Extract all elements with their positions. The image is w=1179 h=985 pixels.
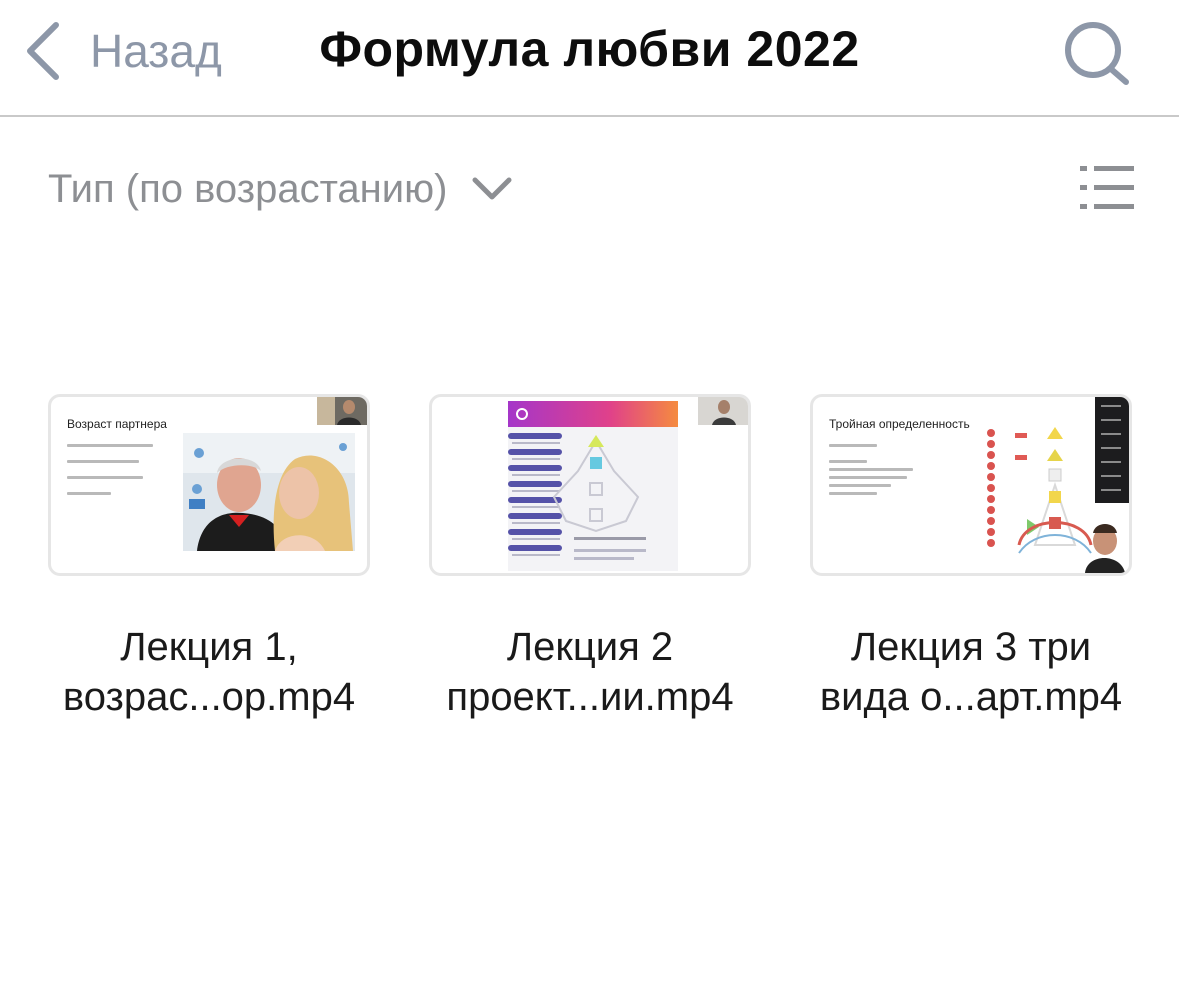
file-name: Лекция 2 проект...ии.mp4: [419, 622, 761, 722]
search-icon[interactable]: [1062, 20, 1132, 86]
file-item[interactable]: Тройная определенность Лекция 3 три вида…: [810, 394, 1132, 734]
file-grid: Возраст партнера Лекция 1, возрас...ор.m…: [48, 394, 1132, 734]
webcam-inset-image: [698, 397, 748, 425]
sort-dropdown[interactable]: Тип (по возрастанию): [48, 164, 513, 214]
thumbnail-slide-title: Возраст партнера: [67, 417, 167, 431]
file-name-line: возрас...ор.mp4: [62, 675, 356, 719]
file-item[interactable]: Лекция 2 проект...ии.mp4: [429, 394, 751, 734]
file-name: Лекция 1, возрас...ор.mp4: [38, 622, 380, 722]
file-name-line: Лекция 2: [506, 625, 674, 669]
file-name-line: вида о...арт.mp4: [819, 675, 1123, 719]
page-title: Формула любви 2022: [319, 21, 860, 77]
slide-image: [508, 401, 678, 571]
sort-label: Тип (по возрастанию): [48, 166, 448, 211]
thumbnail-slide-title: Тройная определенность: [829, 417, 970, 431]
navigation-bar: Назад Формула любви 2022: [0, 0, 1179, 117]
file-item[interactable]: Возраст партнера Лекция 1, возрас...ор.m…: [48, 394, 370, 734]
video-thumbnail: Возраст партнера: [48, 394, 370, 576]
video-thumbnail: [429, 394, 751, 576]
photo-image: [183, 433, 355, 551]
video-thumbnail: Тройная определенность: [810, 394, 1132, 576]
chevron-down-icon: [472, 177, 512, 200]
list-view-icon[interactable]: [1080, 164, 1134, 212]
file-name-line: Лекция 3 три: [850, 625, 1092, 669]
webcam-inset-image: [317, 397, 367, 425]
file-name-line: Лекция 1,: [120, 625, 298, 669]
side-menu-overlay: [1095, 397, 1129, 503]
file-name: Лекция 3 три вида о...арт.mp4: [800, 622, 1142, 722]
file-name-line: проект...ии.mp4: [446, 675, 734, 719]
